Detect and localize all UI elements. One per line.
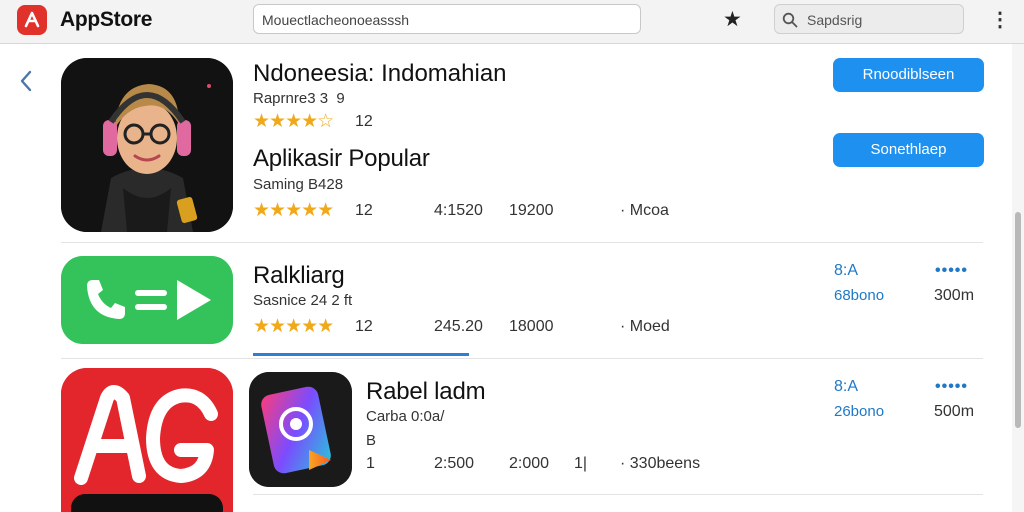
app-meta-secondary: B <box>366 432 377 449</box>
ag-letters-app-icon[interactable] <box>61 368 233 512</box>
app-title[interactable]: Ralkliarg <box>253 262 345 290</box>
active-tab-indicator <box>253 353 469 356</box>
avatar-app-icon[interactable] <box>61 58 233 232</box>
rating-count: 12 <box>355 202 373 219</box>
rating-stars: ★★★★★ <box>253 200 334 221</box>
search-input[interactable]: Sapdsrig <box>774 4 964 34</box>
listing-meta: Raprnre3 3 9 <box>253 90 345 107</box>
play-arrow-app-icon[interactable] <box>61 256 233 344</box>
app-size-link[interactable]: 26bono <box>834 403 884 420</box>
stat-label: · 330beens <box>620 455 701 472</box>
camera-gradient-app-icon[interactable] <box>249 372 352 487</box>
row-divider <box>61 242 983 243</box>
more-vertical-icon[interactable]: ⋮ <box>990 7 1010 32</box>
stat-value: 2:500 <box>434 455 475 472</box>
stat-value: 1 <box>366 455 375 472</box>
app-title[interactable]: Rabel ladm <box>366 378 486 406</box>
rating-stars: ★★★★☆ <box>253 111 334 132</box>
star-icon[interactable]: ★ <box>723 7 742 32</box>
app-title: AppStore <box>60 8 153 31</box>
stat-label: · Moed <box>620 318 670 335</box>
search-icon <box>782 12 798 28</box>
scrollbar-thumb[interactable] <box>1015 212 1021 428</box>
section-heading: Aplikasir Popular <box>253 145 430 172</box>
scrollbar[interactable] <box>1012 44 1024 512</box>
stat-label: · Mcoa <box>620 202 669 219</box>
stat-value: 2:000 <box>509 455 550 472</box>
app-size-link[interactable]: 68bono <box>834 287 884 304</box>
more-dots-icon[interactable]: ••••• <box>935 378 968 396</box>
row-divider <box>61 358 983 359</box>
secondary-action-button[interactable]: Sonethlaep <box>833 133 984 167</box>
stat-value: 19200 <box>509 202 554 219</box>
listing-title[interactable]: Ndoneesia: Indomahian <box>253 60 507 88</box>
search-placeholder: Sapdsrig <box>807 12 863 28</box>
app-version: 8:A <box>834 378 859 395</box>
app-meta: Carba 0:0a/ <box>366 408 445 425</box>
app-size: 500m <box>934 403 975 420</box>
section-meta: Saming B428 <box>253 176 344 193</box>
stat-value: 18000 <box>509 318 554 335</box>
more-dots-icon[interactable]: ••••• <box>935 262 968 280</box>
rating-count: 12 <box>355 113 373 130</box>
address-bar[interactable]: Mouectlacheonoeasssh <box>253 4 641 34</box>
stat-value: 1| <box>574 455 588 472</box>
logo-icon[interactable] <box>17 5 47 35</box>
primary-action-button[interactable]: Rnoodiblseen <box>833 58 984 92</box>
chevron-left-icon[interactable] <box>16 66 36 96</box>
rating-count: 12 <box>355 318 373 335</box>
top-bar: AppStore Mouectlacheonoeasssh ★ Sapdsrig… <box>0 0 1024 44</box>
app-version: 8:A <box>834 262 859 279</box>
app-meta: Sasnice 24 2 ft <box>253 292 353 309</box>
rating-stars: ★★★★★ <box>253 316 334 337</box>
stat-value: 4:1520 <box>434 202 483 219</box>
row-divider <box>253 494 983 495</box>
stat-value: 245.20 <box>434 318 483 335</box>
app-size: 300m <box>934 287 975 304</box>
